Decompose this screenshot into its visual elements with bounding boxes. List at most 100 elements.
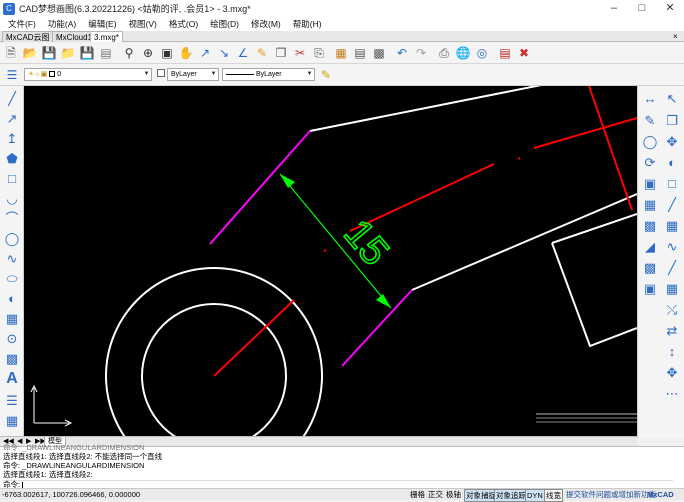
angle-icon[interactable]: ∠ [235, 45, 251, 61]
polygon-icon[interactable]: ⬟ [3, 150, 21, 168]
insert-block-icon[interactable]: ▦ [3, 310, 21, 328]
toggle-ortho[interactable]: 正交 [428, 489, 443, 500]
menu-draw[interactable]: 绘图(D) [210, 18, 239, 30]
centerline-dot[interactable] [323, 249, 327, 252]
minimize-button[interactable]: – [600, 0, 628, 17]
pan-hand-icon[interactable]: ✋ [178, 45, 194, 61]
spline-icon[interactable]: ∿ [3, 250, 21, 268]
arrange-icon[interactable]: ⇄ [663, 322, 681, 340]
maximize-button[interactable]: □ [628, 0, 656, 17]
feedback-link[interactable]: 提交软件问题或增加新功能 [566, 489, 656, 500]
copy-object-icon[interactable]: ❐ [663, 112, 681, 130]
chamfer-line-lower[interactable] [341, 289, 413, 367]
redo-icon[interactable]: ↷ [413, 45, 429, 61]
dimension-text[interactable]: 15 [334, 211, 398, 275]
mirror-icon[interactable]: ◐ [663, 154, 681, 172]
arc2-icon[interactable]: ⌒ [3, 210, 21, 228]
drawing-svg[interactable]: 15 [24, 86, 637, 436]
circle-icon[interactable]: ◯ [3, 230, 21, 248]
zoom-window-icon[interactable]: ⚲ [121, 45, 137, 61]
tab-mxcad-cloud[interactable]: MxCAD云图 [2, 31, 54, 42]
divide-icon[interactable]: ▦ [663, 280, 681, 298]
layer-manager-icon[interactable]: ▤ [352, 45, 368, 61]
ellipse-icon[interactable]: ⬭ [3, 270, 21, 288]
menu-view[interactable]: 视图(V) [129, 18, 157, 30]
dim-linear-icon[interactable]: ↔ [641, 90, 659, 108]
menu-edit[interactable]: 编辑(E) [88, 18, 116, 30]
linetype-select[interactable]: ByLayer ▼ [222, 68, 315, 81]
menu-help[interactable]: 帮助(H) [293, 18, 322, 30]
close-tab-icon[interactable]: × [673, 31, 678, 42]
toggle-grid[interactable]: 栅格 [410, 489, 425, 500]
color-select[interactable]: ByLayer ▼ [167, 68, 219, 81]
slot-top-edge[interactable] [309, 86, 637, 132]
printer-icon[interactable]: ⎙ [436, 45, 452, 61]
properties-icon[interactable]: ▦ [333, 45, 349, 61]
match-properties-icon[interactable]: ✎ [318, 67, 334, 83]
join-icon[interactable]: ╱ [663, 259, 681, 277]
array-icon[interactable]: ▦ [641, 196, 659, 214]
outer-circle[interactable] [105, 267, 323, 436]
slot-bottom-edge[interactable] [411, 193, 637, 291]
break-icon[interactable]: ▦ [663, 217, 681, 235]
xline-icon[interactable]: ↗ [3, 110, 21, 128]
ellipse-arc-icon[interactable]: ◐ [3, 290, 21, 308]
line-icon[interactable]: ╱ [3, 90, 21, 108]
dim-aligned-icon[interactable]: ↖ [663, 90, 681, 108]
erase-icon[interactable]: ✎ [641, 112, 659, 130]
centerline-radial[interactable] [213, 299, 295, 377]
slot-end-rect[interactable] [551, 242, 637, 348]
centerline-dot-2[interactable] [517, 157, 521, 160]
dim-style-icon[interactable]: ↕ [663, 343, 681, 361]
explode-icon[interactable]: ▩ [641, 259, 659, 277]
copy-icon[interactable]: ❐ [273, 45, 289, 61]
toggle-osnap[interactable]: 对象捕捉 [464, 489, 498, 502]
open-folder-icon[interactable]: 📂 [22, 45, 38, 61]
toggle-otrack[interactable]: 对象追踪 [494, 489, 528, 502]
cut-icon[interactable]: ✂ [292, 45, 308, 61]
menu-format[interactable]: 格式(O) [169, 18, 198, 30]
undo-icon[interactable]: ↶ [394, 45, 410, 61]
web-icon[interactable]: ◎ [474, 45, 490, 61]
trim-icon[interactable]: ╱ [663, 196, 681, 214]
menu-file[interactable]: 文件(F) [8, 18, 36, 30]
open-icon[interactable]: 📁 [60, 45, 76, 61]
layers-icon[interactable]: ☰ [4, 67, 20, 83]
paste-icon[interactable]: ⎘ [311, 45, 327, 61]
measure-icon[interactable]: ↗ [197, 45, 213, 61]
point-icon[interactable]: ⊙ [3, 330, 21, 348]
extend-icon[interactable]: ▩ [641, 217, 659, 235]
slot-end-rect-top[interactable] [551, 213, 637, 244]
arc-icon[interactable]: ◡ [3, 190, 21, 208]
lengthen-icon[interactable]: ▣ [641, 280, 659, 298]
offset-icon[interactable]: ◯ [641, 133, 659, 151]
pdf-icon[interactable]: ▤ [497, 45, 513, 61]
hatch-icon[interactable]: ▩ [3, 350, 21, 368]
text-icon[interactable]: A [3, 370, 21, 388]
scale-icon[interactable]: ▣ [641, 175, 659, 193]
break-at-point-icon[interactable]: ⤯ [663, 301, 681, 319]
polyline-icon[interactable]: ↥ [3, 130, 21, 148]
menu-function[interactable]: 功能(A) [48, 18, 76, 30]
chamfer-icon[interactable]: ◢ [641, 238, 659, 256]
stretch-icon[interactable]: □ [663, 175, 681, 193]
zoom-in-icon[interactable]: ⊕ [140, 45, 156, 61]
close-button[interactable]: ✕ [656, 0, 684, 17]
block-icon[interactable]: ▩ [371, 45, 387, 61]
inner-circle[interactable] [141, 303, 287, 436]
distance-icon[interactable]: ↘ [216, 45, 232, 61]
centerline-axis-2[interactable] [533, 117, 637, 149]
rectangle-icon[interactable]: □ [3, 170, 21, 188]
export-icon[interactable]: ✖ [516, 45, 532, 61]
more-tools-icon[interactable]: ⋯ [663, 385, 681, 403]
fillet-icon[interactable]: ∿ [663, 238, 681, 256]
save-as-icon[interactable]: 💾 [79, 45, 95, 61]
mxcad-brand[interactable]: MxCAD [647, 489, 674, 500]
drawing-canvas[interactable]: 15 [24, 86, 637, 436]
toggle-dyn[interactable]: DYN [525, 489, 545, 502]
table-icon[interactable]: ▦ [3, 412, 21, 430]
color-swatch[interactable] [157, 69, 165, 77]
pencil-icon[interactable]: ✎ [254, 45, 270, 61]
centerline-cross[interactable] [588, 86, 633, 211]
move-icon[interactable]: ✥ [663, 133, 681, 151]
